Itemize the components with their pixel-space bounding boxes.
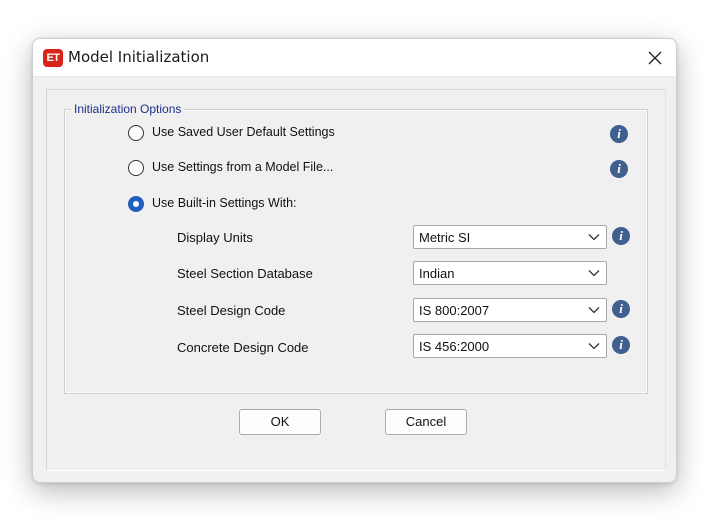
concrete-design-code-value: IS 456:2000 [419, 339, 490, 354]
concrete-design-code-select[interactable]: IS 456:2000 [413, 334, 607, 358]
steel-section-database-label: Steel Section Database [177, 266, 313, 281]
window-title: Model Initialization [68, 48, 210, 66]
dialog-content: Use Saved User Default Settings i Use Se… [46, 89, 666, 471]
initialization-options-group: Use Saved User Default Settings i Use Se… [64, 109, 648, 394]
model-initialization-dialog: ET Model Initialization Use Saved User D… [32, 38, 677, 483]
chevron-down-icon [588, 307, 600, 314]
option-label: Use Saved User Default Settings [152, 125, 335, 139]
steel-section-database-select[interactable]: Indian [413, 261, 607, 285]
chevron-down-icon [588, 343, 600, 350]
close-icon [648, 51, 662, 65]
chevron-down-icon [588, 234, 600, 241]
steel-section-database-value: Indian [419, 266, 455, 281]
steel-design-code-value: IS 800:2007 [419, 303, 490, 318]
close-button[interactable] [640, 43, 670, 73]
info-icon[interactable]: i [612, 227, 630, 245]
radio-model-file-settings[interactable] [128, 160, 144, 176]
radio-built-in-settings[interactable] [128, 196, 144, 212]
option-label: Use Settings from a Model File... [152, 160, 334, 174]
info-icon[interactable]: i [610, 125, 628, 143]
display-units-value: Metric SI [419, 230, 471, 245]
option-label: Use Built-in Settings With: [152, 196, 297, 210]
steel-design-code-select[interactable]: IS 800:2007 [413, 298, 607, 322]
etabs-app-icon: ET [43, 49, 63, 67]
radio-saved-user-defaults[interactable] [128, 125, 144, 141]
steel-design-code-label: Steel Design Code [177, 303, 286, 318]
ok-button[interactable]: OK [239, 409, 321, 435]
concrete-design-code-label: Concrete Design Code [177, 340, 309, 355]
display-units-label: Display Units [177, 230, 253, 245]
group-legend: Initialization Options [71, 102, 185, 116]
info-icon[interactable]: i [612, 300, 630, 318]
info-icon[interactable]: i [610, 160, 628, 178]
title-bar[interactable]: ET Model Initialization [33, 39, 676, 77]
chevron-down-icon [588, 270, 600, 277]
info-icon[interactable]: i [612, 336, 630, 354]
cancel-button[interactable]: Cancel [385, 409, 467, 435]
display-units-select[interactable]: Metric SI [413, 225, 607, 249]
